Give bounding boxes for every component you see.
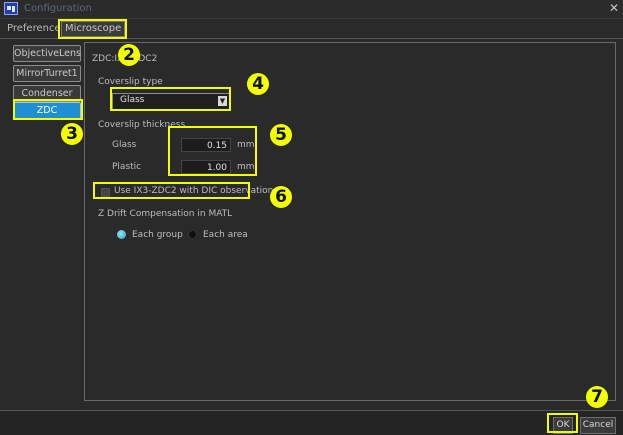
highlight-microscope-tab (58, 19, 127, 39)
callout-4: 4 (247, 73, 269, 95)
app-icon (4, 2, 18, 15)
sidebar-item-objectivelens[interactable]: ObjectiveLens (13, 45, 81, 62)
zdrift-label: Z Drift Compensation in MATL (98, 209, 233, 219)
highlight-dic-checkbox (93, 182, 250, 199)
callout-3: 3 (61, 123, 83, 145)
sidebar-item-mirrorturret1[interactable]: MirrorTurret1 (13, 65, 81, 82)
window-title: Configuration (24, 3, 92, 14)
radio-each-area-label[interactable]: Each area (203, 230, 248, 240)
title-bar: Configuration ✕ (0, 0, 623, 19)
close-icon[interactable]: ✕ (609, 2, 619, 14)
glass-thickness-label: Glass (112, 140, 137, 150)
callout-2: 2 (118, 44, 140, 66)
radio-each-area[interactable] (188, 230, 197, 239)
callout-7: 7 (586, 386, 608, 408)
radio-each-group[interactable] (117, 230, 126, 239)
callout-5: 5 (270, 124, 292, 146)
highlight-thickness-inputs (168, 126, 257, 176)
tab-preference[interactable]: Preference (4, 22, 64, 36)
configuration-window: Configuration ✕ Preference Microscope Ob… (0, 0, 623, 435)
highlight-ok-button (547, 413, 578, 433)
callout-6: 6 (270, 186, 292, 208)
coverslip-type-label: Coverslip type (98, 77, 163, 87)
radio-each-group-label[interactable]: Each group (132, 230, 183, 240)
cancel-button[interactable]: Cancel (580, 417, 616, 434)
plastic-thickness-label: Plastic (112, 162, 142, 172)
highlight-zdc-item (13, 99, 83, 120)
bottom-bar: OK Cancel (0, 410, 623, 435)
highlight-coverslip-type (110, 87, 231, 111)
